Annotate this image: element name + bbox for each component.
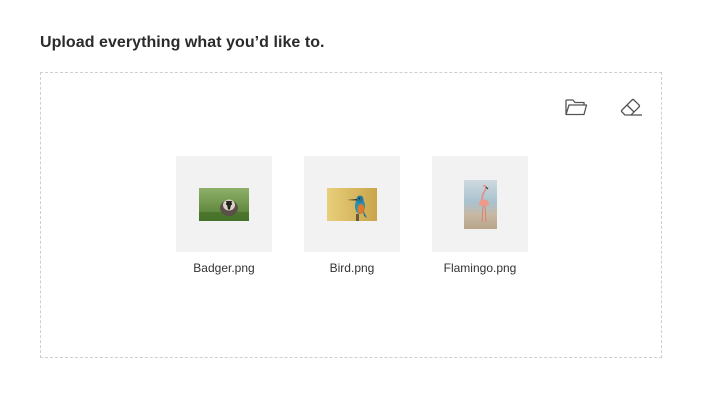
- file-thumbnail: [176, 156, 272, 252]
- page-title: Upload everything what you’d like to.: [40, 34, 325, 51]
- kingfisher-bird-photo: [327, 187, 377, 221]
- folder-open-icon: [565, 99, 588, 116]
- file-name: Badger.png: [193, 261, 255, 275]
- file-item[interactable]: Flamingo.png: [432, 156, 528, 275]
- file-drop-zone[interactable]: Badger.png Bird.png Flamingo.png: [40, 72, 662, 358]
- file-item[interactable]: Badger.png: [176, 156, 272, 275]
- file-name: Flamingo.png: [443, 261, 517, 275]
- clear-files-button[interactable]: [617, 93, 645, 121]
- open-folder-button[interactable]: [562, 93, 590, 121]
- file-name: Bird.png: [329, 261, 375, 275]
- file-thumbnail: [304, 156, 400, 252]
- eraser-icon: [620, 98, 642, 116]
- badger-photo: [199, 187, 249, 221]
- flamingo-photo: [463, 179, 497, 229]
- upload-page: Upload everything what you’d like to. Ba…: [0, 0, 704, 400]
- file-thumbnail: [432, 156, 528, 252]
- file-list: Badger.png Bird.png Flamingo.png: [176, 156, 528, 275]
- file-item[interactable]: Bird.png: [304, 156, 400, 275]
